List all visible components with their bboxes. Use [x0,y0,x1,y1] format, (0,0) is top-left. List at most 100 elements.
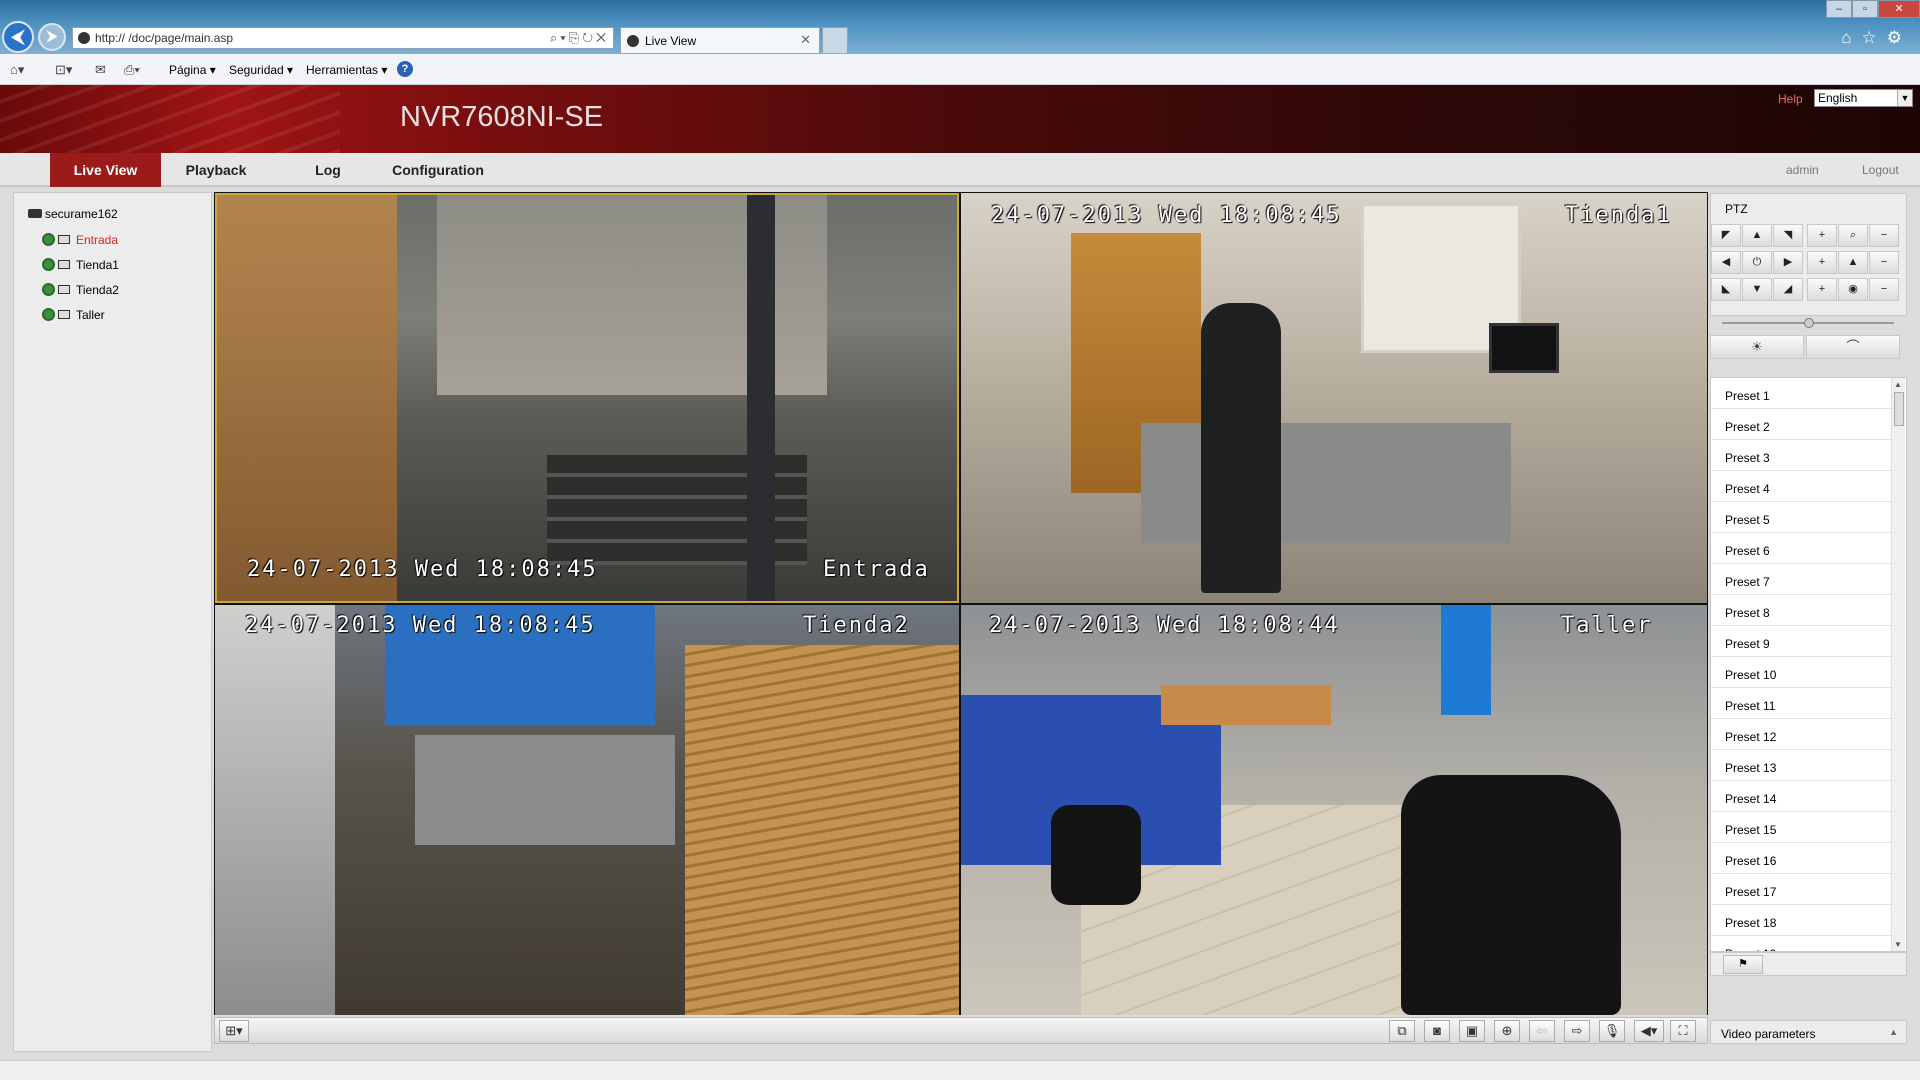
light-button[interactable]: ☀ [1710,335,1804,359]
call-preset-button[interactable]: ⚑ [1723,955,1763,974]
scroll-down-icon[interactable]: ▼ [1894,940,1902,949]
ptz-auto-button[interactable]: ⏻ [1742,251,1772,274]
feeds-icon[interactable]: ⊡▾ [55,62,72,78]
preset-item[interactable]: Preset 15 [1711,812,1891,843]
audio-mute-icon[interactable]: ◀▾ [1634,1020,1664,1042]
microphone-icon[interactable]: 🎙 [1599,1020,1625,1042]
address-tools-icon[interactable]: ⌕▾⎘↻✕ [550,30,609,46]
tab-playback[interactable]: Playback [168,153,264,187]
address-bar[interactable]: http:// /doc/page/main.asp ⌕▾⎘↻✕ [72,27,614,49]
scroll-thumb[interactable] [1894,392,1904,426]
iris-open-button[interactable]: + [1807,278,1837,301]
preset-item[interactable]: Preset 12 [1711,719,1891,750]
camera-item-tienda1[interactable]: Tienda1 [42,257,119,272]
slider-handle[interactable] [1804,318,1814,328]
preset-item[interactable]: Preset 10 [1711,657,1891,688]
ptz-right-button[interactable]: ▶ [1773,251,1803,274]
preset-item[interactable]: Preset 4 [1711,471,1891,502]
camera-feed-jacket [1401,775,1621,1015]
logout-link[interactable]: Logout [1862,163,1899,177]
ptz-down-button[interactable]: ▼ [1742,278,1772,301]
preset-item[interactable]: Preset 3 [1711,440,1891,471]
video-parameters-panel[interactable]: Video parameters ▲ [1710,1020,1907,1044]
video-tile-entrada[interactable]: 24-07-2013 Wed 18:08:45 Entrada [215,193,959,603]
help-icon[interactable]: ? [397,61,413,77]
home-icon[interactable]: ⌂▾ [10,62,24,78]
ptz-down-left-button[interactable]: ◣ [1711,278,1741,301]
iris-icon: ◉ [1838,278,1868,301]
menu-pagina[interactable]: Página ▾ [169,63,216,77]
browser-home-favorites-tools-icons[interactable]: ⌂☆⚙ [1841,28,1912,48]
capture-icon[interactable]: ◙ [1424,1020,1450,1042]
zoom-in-button[interactable]: + [1807,224,1837,247]
ptz-up-right-button[interactable]: ◥ [1773,224,1803,247]
video-toolbar: ⊞▾ ⧉ ◙ ▣ ⊕ ⇦ ⇨ 🎙 ◀▾ ⛶ [214,1017,1708,1044]
browser-tab[interactable]: Live View ✕ [620,27,820,53]
preset-item[interactable]: Preset 13 [1711,750,1891,781]
minimize-button[interactable]: – [1826,0,1852,18]
camera-feed-person [1201,303,1281,593]
preset-item[interactable]: Preset 1 [1711,378,1891,409]
print-icon[interactable]: ⎙▾ [124,62,140,78]
tab-live-view[interactable]: Live View [50,153,161,187]
tree-root-device[interactable]: securame162 [28,207,118,221]
focus-far-button[interactable]: − [1869,251,1899,274]
ptz-up-left-button[interactable]: ◤ [1711,224,1741,247]
preset-item[interactable]: Preset 11 [1711,688,1891,719]
preset-item[interactable]: Preset 5 [1711,502,1891,533]
preset-item[interactable]: Preset 14 [1711,781,1891,812]
ptz-left-button[interactable]: ◀ [1711,251,1741,274]
video-tile-tienda2[interactable]: 24-07-2013 Wed 18:08:45 Tienda2 [215,605,959,1015]
new-tab-button[interactable] [822,27,848,53]
preset-item[interactable]: Preset 19 [1711,936,1891,951]
window-layout-button[interactable]: ⊞▾ [219,1020,249,1042]
menu-herramientas[interactable]: Herramientas ▾ [306,63,387,77]
camera-icon [58,310,70,320]
command-bar: ⌂▾ ⊡▾ ✉ ⎙▾ Página ▾ Seguridad ▾ Herramie… [0,54,1920,85]
preset-item[interactable]: Preset 7 [1711,564,1891,595]
mail-icon[interactable]: ✉ [95,62,106,78]
maximize-button[interactable]: ▫ [1852,0,1878,18]
fullscreen-icon[interactable]: ⛶ [1670,1020,1696,1042]
window-close-button[interactable]: ✕ [1878,0,1920,18]
previous-page-icon[interactable]: ⇦ [1529,1020,1555,1042]
tab-close-icon[interactable]: ✕ [800,32,811,48]
video-tile-tienda1[interactable]: 24-07-2013 Wed 18:08:45 Tienda1 [961,193,1707,603]
help-link[interactable]: Help [1778,92,1803,106]
scroll-up-icon[interactable]: ▲ [1894,380,1902,389]
wiper-button[interactable]: ⌒ [1806,335,1900,359]
zoom-out-button[interactable]: − [1869,224,1899,247]
camera-icon [58,260,70,270]
preset-item[interactable]: Preset 9 [1711,626,1891,657]
preset-item[interactable]: Preset 18 [1711,905,1891,936]
next-page-icon[interactable]: ⇨ [1564,1020,1590,1042]
preset-scrollbar[interactable]: ▲ ▼ [1891,378,1905,951]
preset-item[interactable]: Preset 2 [1711,409,1891,440]
ptz-down-right-button[interactable]: ◢ [1773,278,1803,301]
video-tile-taller[interactable]: 24-07-2013 Wed 18:08:44 Taller [961,605,1707,1015]
camera-feed-counter [1141,423,1511,543]
app-banner: NVR7608NI-SE Help English ▼ [0,85,1920,153]
camera-item-entrada[interactable]: Entrada [42,232,118,247]
iris-close-button[interactable]: − [1869,278,1899,301]
camera-item-taller[interactable]: Taller [42,307,105,322]
language-value: English [1818,91,1858,105]
ptz-up-button[interactable]: ▲ [1742,224,1772,247]
forward-button[interactable]: ⮞ [38,23,66,51]
preset-item[interactable]: Preset 17 [1711,874,1891,905]
tab-log[interactable]: Log [290,153,366,187]
language-select[interactable]: English ▼ [1814,89,1913,107]
preset-item[interactable]: Preset 16 [1711,843,1891,874]
focus-near-button[interactable]: + [1807,251,1837,274]
ptz-speed-slider[interactable] [1714,318,1904,328]
camera-item-tienda2[interactable]: Tienda2 [42,282,119,297]
back-button[interactable]: ⮜ [2,21,34,53]
focus-icon: ▲ [1838,251,1868,274]
menu-seguridad[interactable]: Seguridad ▾ [229,63,293,77]
tab-configuration[interactable]: Configuration [382,153,494,187]
record-icon[interactable]: ▣ [1459,1020,1485,1042]
preset-item[interactable]: Preset 6 [1711,533,1891,564]
stop-all-preview-button[interactable]: ⧉ [1389,1020,1415,1042]
preset-item[interactable]: Preset 8 [1711,595,1891,626]
zoom-icon[interactable]: ⊕ [1494,1020,1520,1042]
